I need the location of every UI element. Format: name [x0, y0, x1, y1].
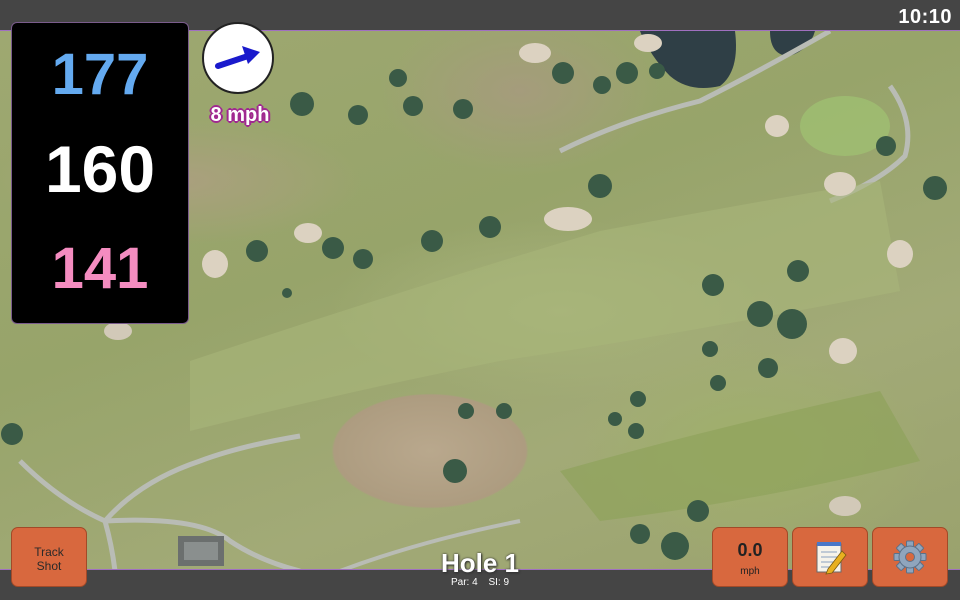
track-shot-button[interactable]: Track Shot	[11, 527, 87, 587]
wind-speed-button[interactable]: 0.0 mph	[712, 527, 788, 587]
track-shot-label-line2: Shot	[36, 559, 62, 573]
notes-button[interactable]	[792, 527, 868, 587]
hole-par: Par: 4	[450, 577, 478, 588]
distance-middle: 160	[44, 132, 156, 206]
distance-panel: 177 160 141	[11, 22, 189, 324]
distance-back: 177	[51, 42, 149, 107]
hole-stroke-index: SI: 9	[488, 577, 510, 588]
hole-title: Hole 1	[440, 548, 520, 578]
settings-button[interactable]	[872, 527, 948, 587]
notepad-icon	[816, 542, 847, 575]
wind-speed-label: 8 mph	[210, 104, 270, 126]
clock: 10:10	[898, 6, 952, 28]
track-shot-label-line1: Track	[34, 545, 64, 559]
wind-speed-value: 0.0	[737, 540, 763, 560]
gear-icon	[893, 540, 927, 574]
hole-info: Par: 4 SI: 9	[380, 577, 580, 588]
wind-direction-indicator	[202, 22, 274, 94]
wind-speed-unit: mph	[740, 566, 760, 577]
arrow-icon	[215, 46, 260, 69]
distance-front: 141	[51, 236, 149, 301]
